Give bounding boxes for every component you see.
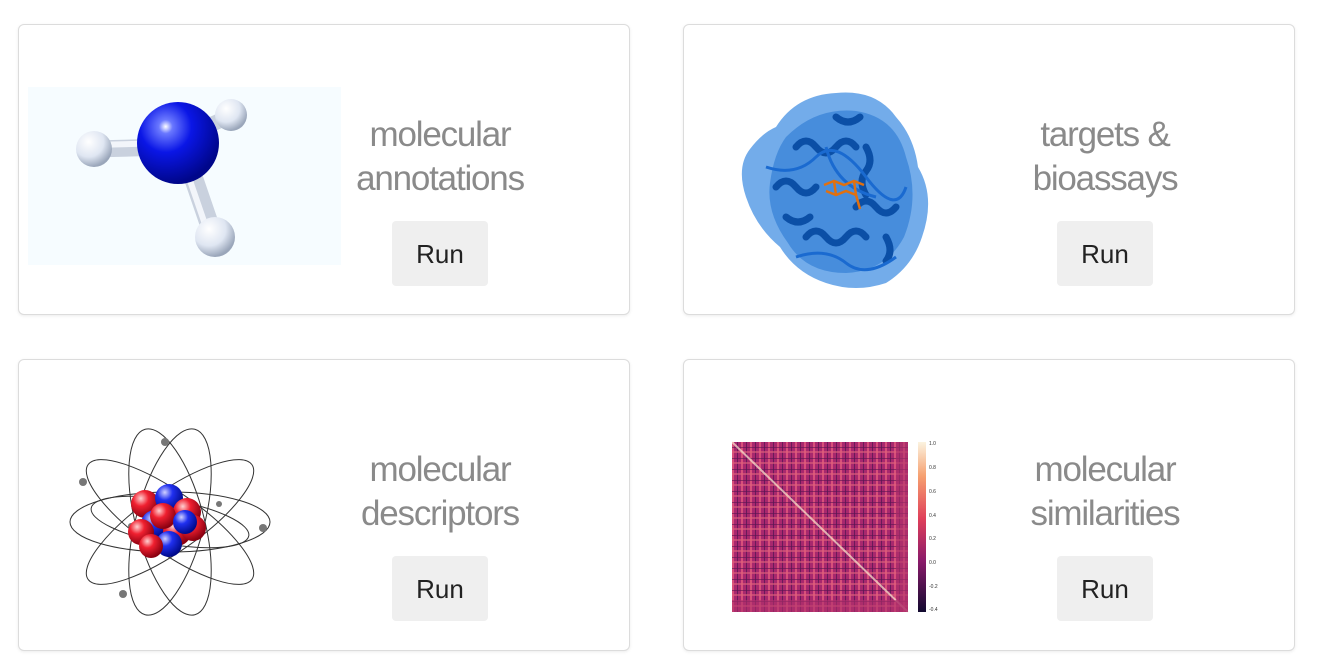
card-title-line2: bioassays — [1032, 159, 1179, 198]
card-molecular-similarities: 1.0 0.8 0.6 0.4 0.2 0.0 -0.2 -0.4 molecu… — [683, 359, 1295, 651]
card-title-line1: molecular — [369, 115, 512, 154]
card-title-line2: similarities — [1030, 494, 1181, 533]
card-text: molecular similarities Run — [975, 448, 1235, 621]
card-title-line1: molecular — [369, 450, 512, 489]
colorbar-tick: 0.6 — [929, 489, 936, 495]
colorbar-tick: -0.2 — [929, 584, 938, 590]
colorbar-tick: 0.4 — [929, 513, 936, 519]
card-title-line2: descriptors — [361, 494, 520, 533]
similarity-heatmap-image: 1.0 0.8 0.6 0.4 0.2 0.0 -0.2 -0.4 — [731, 440, 952, 615]
run-button-targets-bioassays[interactable]: Run — [1057, 221, 1153, 286]
card-molecular-annotations: molecular annotations Run — [18, 24, 630, 315]
colorbar-tick: 0.0 — [929, 560, 936, 566]
protein-structure-image — [736, 87, 936, 293]
card-title-line1: targets & — [1040, 115, 1170, 154]
run-button-molecular-similarities[interactable]: Run — [1057, 556, 1153, 621]
card-title-line1: molecular — [1034, 450, 1177, 489]
card-text: molecular descriptors Run — [310, 448, 570, 621]
card-title-line2: annotations — [356, 159, 525, 198]
colorbar-tick: 1.0 — [929, 441, 936, 447]
run-button-molecular-annotations[interactable]: Run — [392, 221, 488, 286]
atom-orbit-image — [65, 424, 275, 620]
ammonia-molecule-image — [28, 87, 341, 265]
colorbar-tick: 0.2 — [929, 536, 936, 542]
card-molecular-descriptors: molecular descriptors Run — [18, 359, 630, 651]
run-button-molecular-descriptors[interactable]: Run — [392, 556, 488, 621]
colorbar-tick: 0.8 — [929, 465, 936, 471]
colorbar-tick: -0.4 — [929, 607, 938, 613]
card-text: targets & bioassays Run — [975, 113, 1235, 286]
card-text: molecular annotations Run — [310, 113, 570, 286]
card-targets-bioassays: targets & bioassays Run — [683, 24, 1295, 315]
